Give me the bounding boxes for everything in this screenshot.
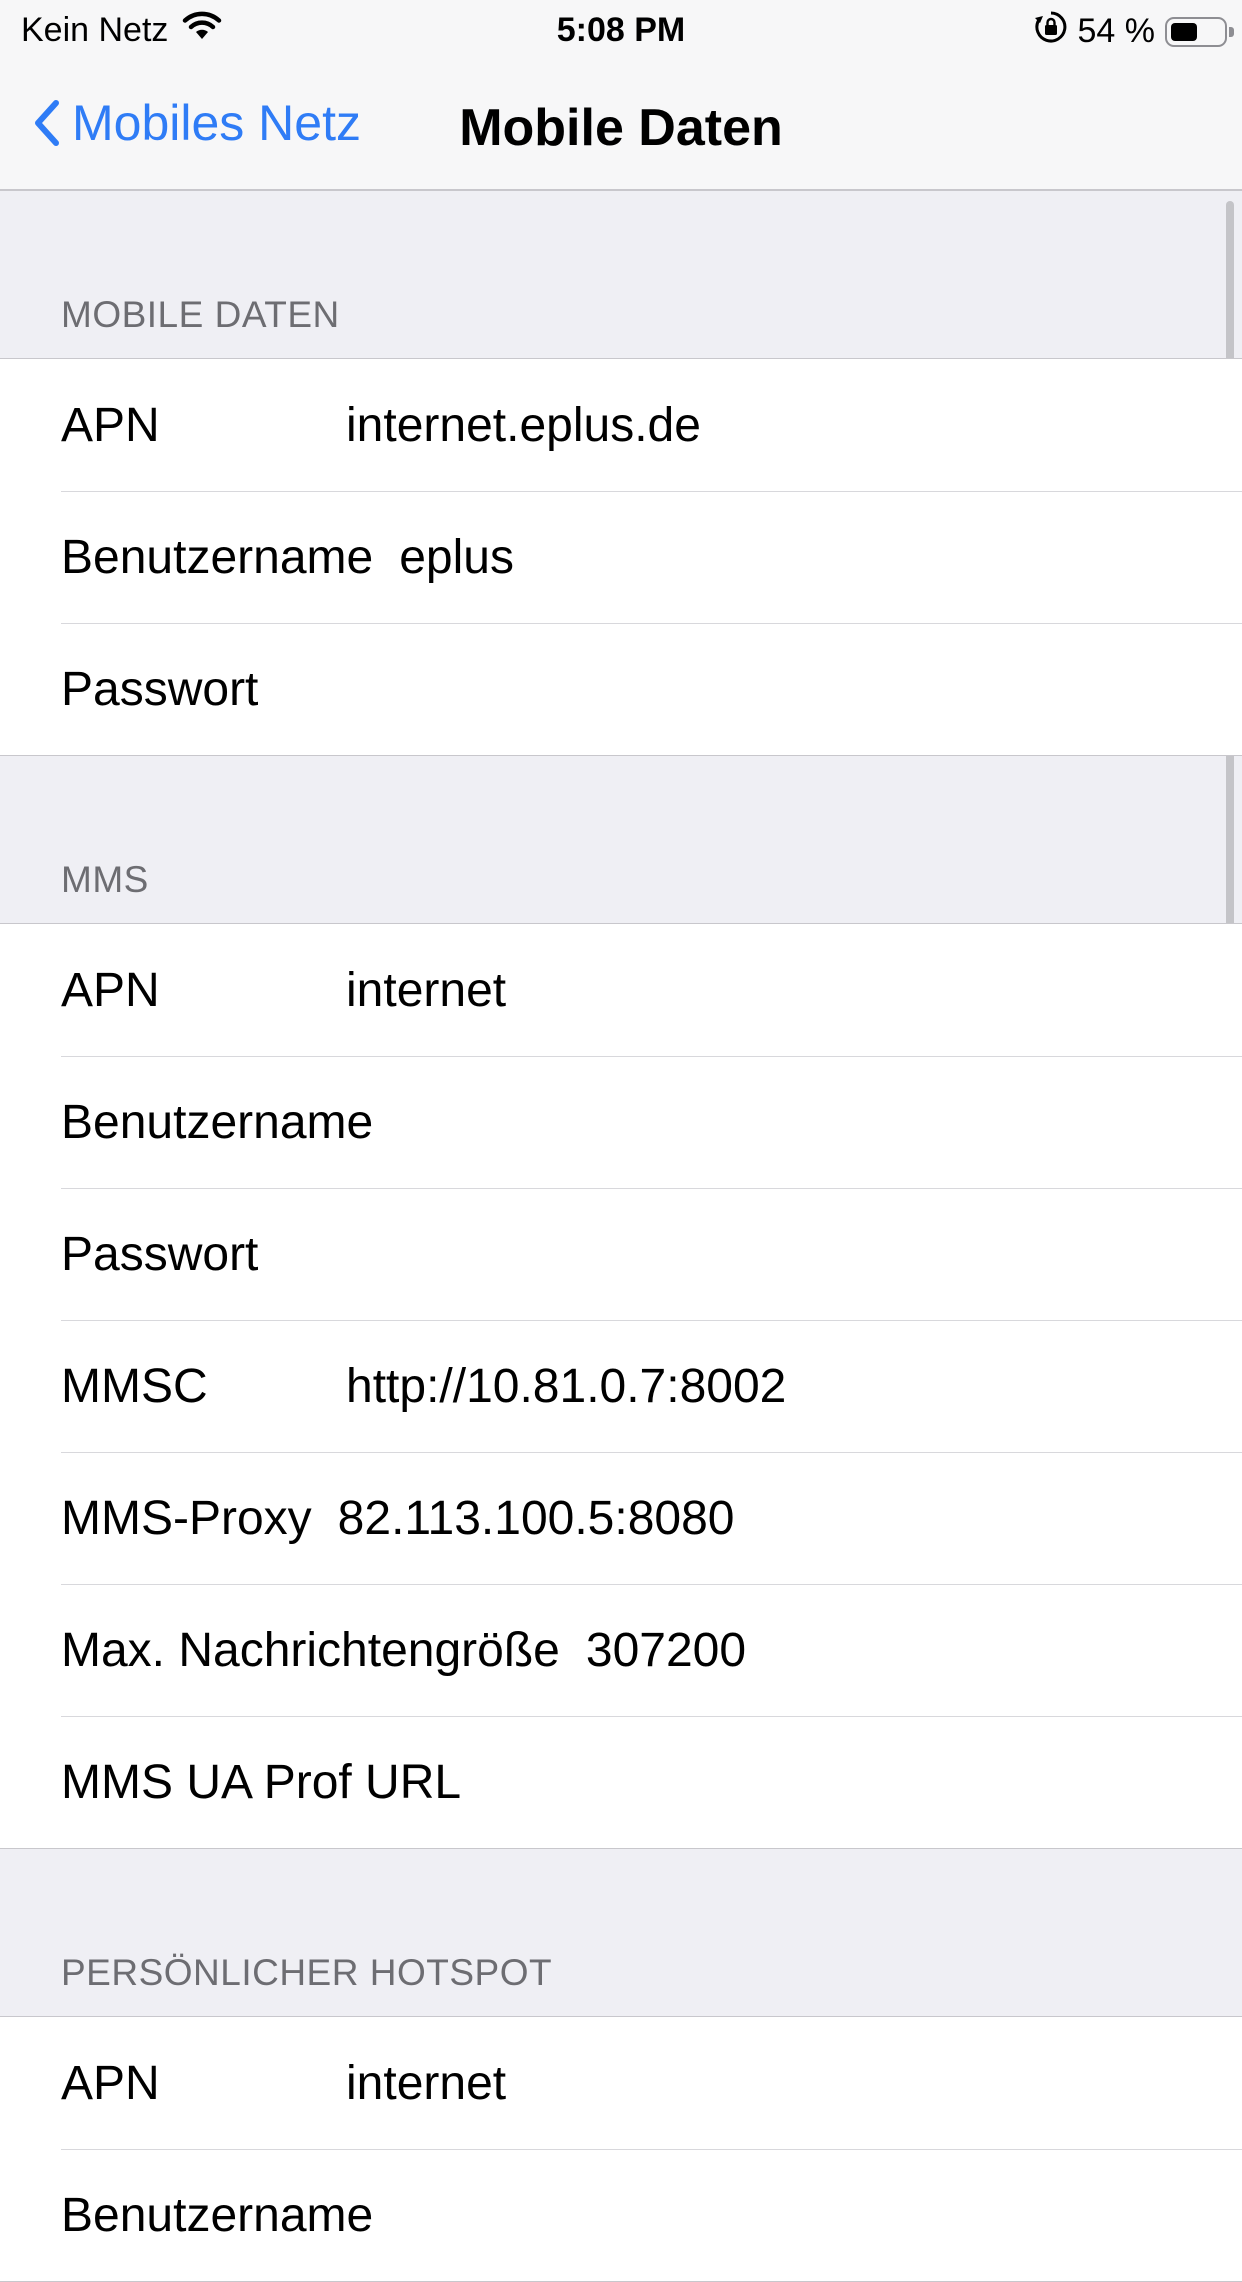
field-label: MMSC: [61, 1359, 208, 1413]
field-value[interactable]: internet: [346, 2056, 506, 2111]
section-header-label: PERSÖNLICHER HOTSPOT: [61, 1952, 553, 1993]
field-value[interactable]: 82.113.100.5:8080: [338, 1491, 735, 1546]
field-value[interactable]: internet: [346, 963, 506, 1018]
mmsc-field[interactable]: MMSC http://10.81.0.7:8002: [0, 1320, 1242, 1452]
mms-ua-prof-url-field[interactable]: MMS UA Prof URL: [0, 1716, 1242, 1848]
battery-icon: [1165, 16, 1234, 47]
field-label: APN: [61, 398, 160, 452]
battery-percentage: 54 %: [1077, 12, 1156, 50]
field-value[interactable]: internet.eplus.de: [346, 398, 701, 453]
status-bar: Kein Netz 5:08 PM 54 %: [0, 0, 1242, 60]
max-message-size-field[interactable]: Max. Nachrichtengröße 307200: [0, 1584, 1242, 1716]
field-label: Passwort: [61, 1227, 259, 1281]
section-header-hotspot: PERSÖNLICHER HOTSPOT: [0, 1849, 1242, 2016]
field-label: Benutzername: [61, 530, 374, 584]
group-mobile-data: APN internet.eplus.de Benutzername eplus…: [0, 358, 1242, 756]
field-label: Max. Nachrichtengröße: [61, 1623, 560, 1677]
status-right: 54 %: [1034, 10, 1234, 53]
field-label: Benutzername: [61, 2188, 374, 2242]
mobile-data-apn-field[interactable]: APN internet.eplus.de: [0, 359, 1242, 491]
hotspot-username-field[interactable]: Benutzername: [0, 2149, 1242, 2281]
settings-list: MOBILE DATEN APN internet.eplus.de Benut…: [0, 191, 1242, 2282]
mms-apn-field[interactable]: APN internet: [0, 924, 1242, 1056]
mms-username-field[interactable]: Benutzername: [0, 1056, 1242, 1188]
section-header-mms: MMS: [0, 756, 1242, 923]
field-value[interactable]: eplus: [399, 530, 514, 585]
navigation-bar: Mobiles Netz Mobile Daten: [0, 60, 1242, 191]
section-header-label: MOBILE DATEN: [61, 294, 340, 335]
hotspot-apn-field[interactable]: APN internet: [0, 2017, 1242, 2149]
field-label: APN: [61, 963, 160, 1017]
group-mms: APN internet Benutzername Passwort MMSC …: [0, 923, 1242, 1849]
battery-nub: [1229, 26, 1234, 37]
field-label: Passwort: [61, 662, 259, 716]
battery-fill: [1171, 22, 1198, 41]
mobile-data-password-field[interactable]: Passwort: [0, 623, 1242, 755]
field-label: MMS-Proxy: [61, 1491, 312, 1545]
section-header-label: MMS: [61, 859, 149, 900]
page-title: Mobile Daten: [459, 99, 783, 157]
section-header-mobile-data: MOBILE DATEN: [0, 191, 1242, 358]
field-label: Benutzername: [61, 1095, 374, 1149]
mms-password-field[interactable]: Passwort: [0, 1188, 1242, 1320]
field-value[interactable]: http://10.81.0.7:8002: [346, 1359, 786, 1414]
mobile-data-username-field[interactable]: Benutzername eplus: [0, 491, 1242, 623]
mms-proxy-field[interactable]: MMS-Proxy 82.113.100.5:8080: [0, 1452, 1242, 1584]
field-value[interactable]: 307200: [586, 1623, 746, 1678]
group-hotspot: APN internet Benutzername: [0, 2016, 1242, 2282]
orientation-lock-icon: [1034, 10, 1068, 53]
field-label: APN: [61, 2056, 160, 2110]
field-label: MMS UA Prof URL: [61, 1755, 462, 1809]
